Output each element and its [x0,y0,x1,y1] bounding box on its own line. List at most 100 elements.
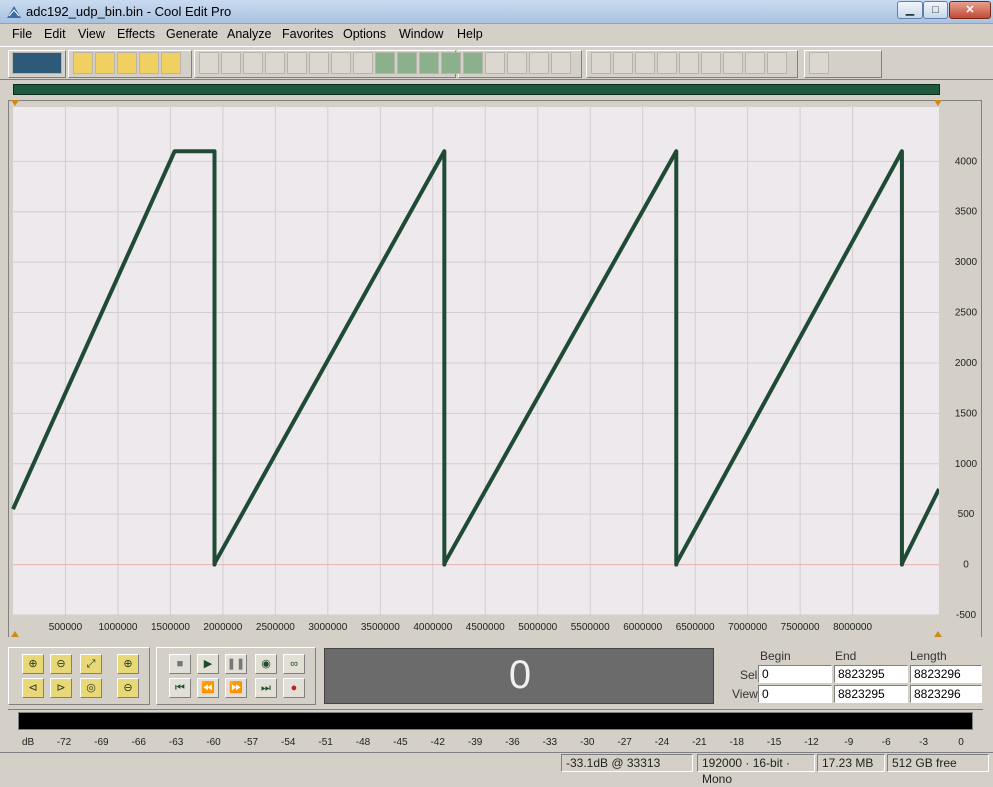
open-icon[interactable] [95,52,115,74]
begin-header: Begin [760,649,791,663]
pause-icon[interactable]: ❚❚ [225,654,247,674]
x-tick-label: 5500000 [571,622,610,633]
zoom-selection-icon[interactable]: ◎ [80,678,102,698]
spectral-icon[interactable] [701,52,721,74]
start-marker-bottom-icon[interactable] [11,631,19,637]
frame-icon[interactable] [723,52,743,74]
snap-icon[interactable] [463,52,483,74]
stop-icon[interactable]: ■ [169,654,191,674]
menu-options[interactable]: Options [343,27,386,41]
overview-bar[interactable] [13,84,940,95]
envelope-icon[interactable] [441,52,461,74]
paste-icon[interactable] [331,52,351,74]
end-marker-icon[interactable] [934,100,942,106]
waveform-panel[interactable]: smpl smpl smpl 5000001000000150000020000… [8,100,984,638]
menu-analyze[interactable]: Analyze [227,27,271,41]
waveform-chart[interactable]: smpl smpl smpl 5000001000000150000020000… [9,101,984,638]
zoom-full-icon[interactable]: ⤢ [80,654,102,674]
meter-tick-label: 0 [958,737,964,748]
minimize-button[interactable]: ▁ [897,1,923,19]
mark-icon[interactable] [507,52,527,74]
menu-favorites[interactable]: Favorites [282,27,333,41]
zoom-vertical-out-icon[interactable]: ⊖ [117,678,139,698]
sel-end-field[interactable]: 8823295 [834,665,908,683]
x-tick-label: 4000000 [413,622,452,633]
save-all-icon[interactable] [139,52,159,74]
sel-length-field[interactable]: 8823296 [910,665,982,683]
script-icon[interactable] [767,52,787,74]
trim-icon[interactable] [397,52,417,74]
fast-forward-icon[interactable]: ⏩ [225,678,247,698]
menu-edit[interactable]: Edit [44,27,66,41]
close-button[interactable]: ✕ [949,1,991,19]
meter-tick-label: -30 [580,737,595,748]
play-icon[interactable]: ▶ [197,654,219,674]
loop-icon[interactable]: ∞ [283,654,305,674]
redo-icon[interactable] [221,52,241,74]
cut-icon[interactable] [287,52,307,74]
sel-begin-field[interactable]: 0 [758,665,832,683]
cue-icon[interactable] [243,52,263,74]
view-length-field[interactable]: 8823296 [910,685,982,703]
x-tick-label: 7000000 [728,622,767,633]
x-tick-label: 3000000 [308,622,347,633]
view-begin-field[interactable]: 0 [758,685,832,703]
save-icon[interactable] [117,52,137,74]
copy-icon[interactable] [309,52,329,74]
paste-new-icon[interactable] [353,52,373,74]
play-to-end-icon[interactable]: ◉ [255,654,277,674]
status-bar: -33.1dB @ 33313 192000 · 16-bit · Mono 1… [0,752,993,786]
zoom-out-icon[interactable]: ⊖ [50,654,72,674]
new-icon[interactable] [73,52,93,74]
multitrack-icon[interactable] [12,52,62,74]
crop-icon[interactable] [265,52,285,74]
go-to-end-icon[interactable]: ⏭ [255,678,277,698]
meter-tick-label: -36 [505,737,520,748]
vertical-zoom-strip[interactable] [981,100,993,637]
mix-paste-icon[interactable] [375,52,395,74]
zoom-icon[interactable] [635,52,655,74]
play-list-icon[interactable] [591,52,611,74]
title-bar: adc192_udp_bin.bin - Cool Edit Pro ▁ □ ✕ [0,0,993,24]
toolbar [0,46,993,80]
start-marker-icon[interactable] [11,100,19,106]
loop-icon[interactable] [419,52,439,74]
overview-range-bar[interactable] [8,82,943,98]
zoom-in-icon[interactable]: ⊕ [22,654,44,674]
x-tick-label: 1500000 [151,622,190,633]
format-icon[interactable] [679,52,699,74]
view-end-field[interactable]: 8823295 [834,685,908,703]
app-icon [7,6,21,18]
menu-view[interactable]: View [78,27,105,41]
meter-tick-label: -18 [730,737,745,748]
zoom-left-icon[interactable]: ⊲ [22,678,44,698]
view-icon[interactable] [529,52,549,74]
undo-icon[interactable] [199,52,219,74]
meter-tick-label: -60 [206,737,221,748]
cd-icon[interactable] [161,52,181,74]
rewind-icon[interactable]: ⏪ [197,678,219,698]
status-free: 512 GB free [887,754,989,772]
menu-help[interactable]: Help [457,27,483,41]
record-icon[interactable]: ● [283,678,305,698]
info-icon[interactable] [613,52,633,74]
zoom-right-icon[interactable]: ⊳ [50,678,72,698]
meter-tick-label: -45 [393,737,408,748]
shortcut-icon[interactable] [745,52,765,74]
go-to-start-icon[interactable]: ⏮ [169,678,191,698]
y-tick-label: 2500 [955,308,978,319]
menu-window[interactable]: Window [399,27,443,41]
menu-effects[interactable]: Effects [117,27,155,41]
meter-unit: dB [22,737,35,748]
cue-list-icon[interactable] [551,52,571,74]
menu-file[interactable]: File [12,27,32,41]
maximize-button[interactable]: □ [923,1,948,19]
menu-generate[interactable]: Generate [166,27,218,41]
zoom-vertical-in-icon[interactable]: ⊕ [117,654,139,674]
help-icon[interactable] [809,52,829,74]
time-icon[interactable] [657,52,677,74]
grid-icon[interactable] [485,52,505,74]
end-marker-bottom-icon[interactable] [934,631,942,637]
meter-tick-label: -12 [804,737,819,748]
y-tick-label: 4000 [955,156,978,167]
